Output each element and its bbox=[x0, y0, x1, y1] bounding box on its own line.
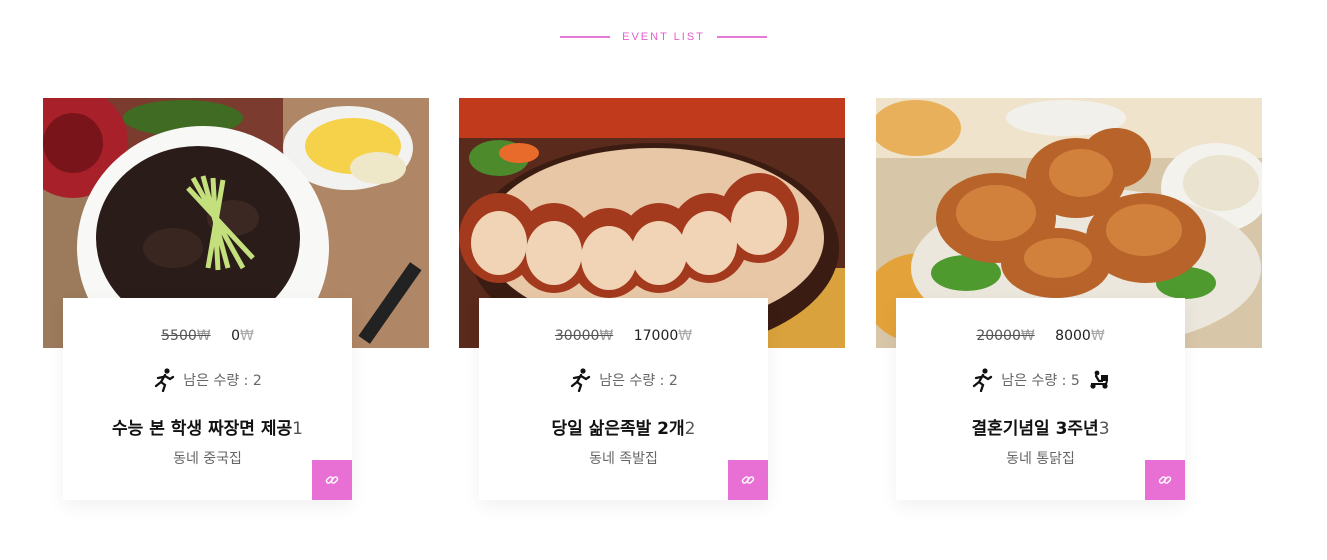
remaining-row: 남은 수량 : 2 bbox=[63, 368, 352, 392]
section-title: EVENT LIST bbox=[622, 31, 705, 43]
delivery-scooter-icon bbox=[1090, 370, 1108, 389]
event-card[interactable]: 5500₩ 0₩ 남은 수량 : 2 수능 본 학생 짜장면 제공1 동네 중국… bbox=[43, 98, 429, 500]
remaining-quantity: 남은 수량 : 5 bbox=[1001, 373, 1080, 389]
link-icon bbox=[325, 476, 339, 484]
shop-name: 동네 족발집 bbox=[589, 451, 658, 467]
title-divider-right bbox=[716, 36, 767, 38]
price-row: 30000₩ 17000₩ bbox=[479, 328, 768, 344]
event-title: 결혼기념일 3주년3 bbox=[971, 419, 1110, 439]
original-price: 20000₩ bbox=[976, 328, 1035, 344]
title-divider-left bbox=[560, 36, 611, 38]
runner-icon bbox=[155, 368, 175, 392]
original-price: 5500₩ bbox=[161, 328, 211, 344]
event-info-box: 30000₩ 17000₩ 남은 수량 : 2 당일 삶은족발 2개2 동네 족… bbox=[479, 298, 768, 500]
sale-price: 8000₩ bbox=[1055, 328, 1105, 344]
event-info-box: 20000₩ 8000₩ 남은 수량 : 5 결혼기념일 3주년3 동네 통닭집 bbox=[896, 298, 1185, 500]
original-price: 30000₩ bbox=[554, 328, 614, 344]
section-header: EVENT LIST bbox=[0, 28, 1327, 46]
sale-price: 0₩ bbox=[231, 328, 254, 344]
remaining-quantity: 남은 수량 : 2 bbox=[183, 373, 262, 389]
sale-price: 17000₩ bbox=[633, 328, 693, 344]
event-card[interactable]: 30000₩ 17000₩ 남은 수량 : 2 당일 삶은족발 2개2 동네 족… bbox=[459, 98, 845, 500]
link-icon bbox=[1158, 476, 1172, 484]
event-title: 당일 삶은족발 2개2 bbox=[551, 419, 696, 439]
price-row: 5500₩ 0₩ bbox=[63, 328, 352, 344]
remaining-quantity: 남은 수량 : 2 bbox=[599, 373, 678, 389]
link-button[interactable] bbox=[1145, 460, 1185, 500]
event-info-box: 5500₩ 0₩ 남은 수량 : 2 수능 본 학생 짜장면 제공1 동네 중국… bbox=[63, 298, 352, 500]
link-button[interactable] bbox=[312, 460, 352, 500]
shop-name: 동네 중국집 bbox=[173, 451, 242, 467]
event-title: 수능 본 학생 짜장면 제공1 bbox=[112, 419, 303, 439]
price-row: 20000₩ 8000₩ bbox=[896, 328, 1185, 344]
event-card[interactable]: 20000₩ 8000₩ 남은 수량 : 5 결혼기념일 3주년3 동네 통닭집 bbox=[876, 98, 1262, 500]
runner-icon bbox=[973, 368, 993, 392]
shop-name: 동네 통닭집 bbox=[1006, 451, 1075, 467]
remaining-row: 남은 수량 : 5 bbox=[896, 368, 1185, 392]
runner-icon bbox=[571, 368, 591, 392]
link-button[interactable] bbox=[728, 460, 768, 500]
remaining-row: 남은 수량 : 2 bbox=[479, 368, 768, 392]
link-icon bbox=[741, 476, 755, 484]
